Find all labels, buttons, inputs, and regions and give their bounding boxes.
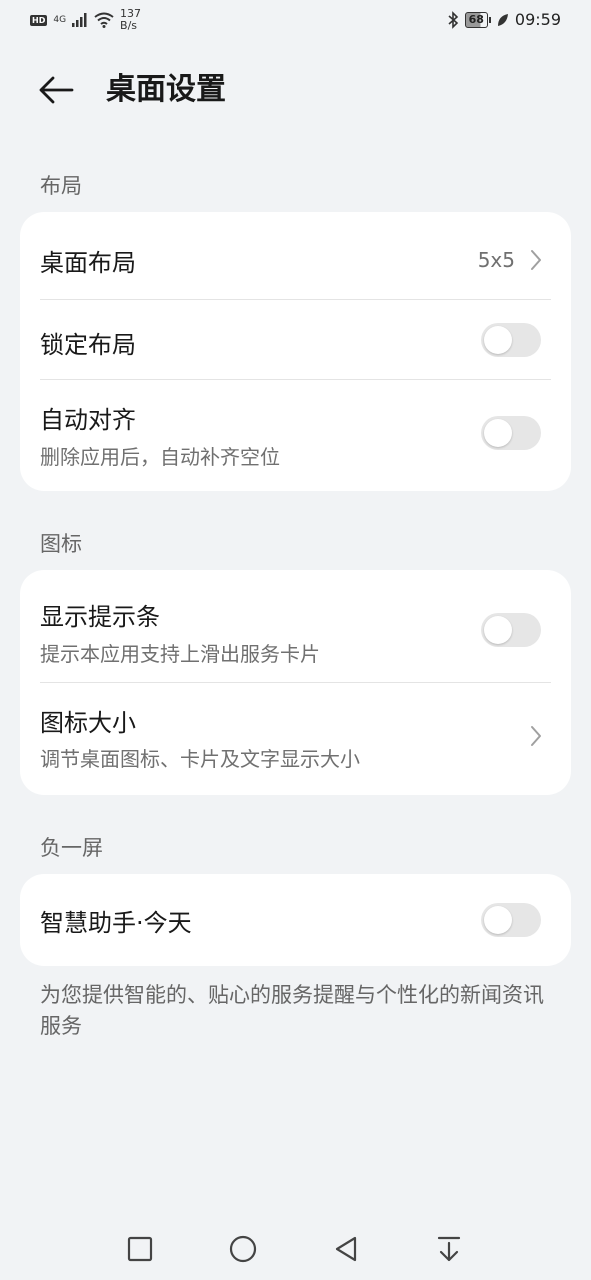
- square-icon: [127, 1236, 153, 1262]
- lock-layout-toggle[interactable]: [481, 323, 541, 357]
- back-button[interactable]: [36, 70, 76, 110]
- notification-pull-down-button[interactable]: [429, 1229, 469, 1269]
- cellular-signal-icon: [72, 13, 87, 27]
- toggle-knob: [484, 419, 512, 447]
- status-right: 68 09:59: [447, 10, 561, 29]
- row-subtitle: 提示本应用支持上滑出服务卡片: [40, 642, 320, 666]
- battery-tip: [488, 16, 491, 23]
- network-type: 4G: [53, 14, 67, 25]
- chevron-right-icon: [531, 726, 541, 746]
- toggle-knob: [484, 906, 512, 934]
- app-header: 桌面设置: [0, 58, 591, 122]
- desktop-layout-value: 5x5: [477, 248, 515, 272]
- section-label-minus-one-screen: 负一屏: [40, 836, 103, 860]
- system-nav-bar: [0, 1215, 591, 1280]
- recent-apps-button[interactable]: [120, 1229, 160, 1269]
- power-saving-leaf-icon: [497, 13, 508, 26]
- row-title: 自动对齐: [40, 406, 136, 434]
- bluetooth-icon: [448, 10, 458, 29]
- section-label-icons: 图标: [40, 532, 82, 556]
- row-title: 锁定布局: [40, 331, 136, 359]
- card-icons: 显示提示条 提示本应用支持上滑出服务卡片 图标大小 调节桌面图标、卡片及文字显示…: [20, 570, 571, 795]
- auto-align-toggle[interactable]: [481, 416, 541, 450]
- row-title: 图标大小: [40, 709, 136, 737]
- toggle-knob: [484, 616, 512, 644]
- section-label-layout: 布局: [40, 174, 82, 198]
- network-speed-unit: B/s: [120, 19, 138, 32]
- wifi-icon: [94, 12, 114, 28]
- toggle-knob: [484, 326, 512, 354]
- row-show-hint-bar[interactable]: 显示提示条 提示本应用支持上滑出服务卡片: [40, 570, 551, 682]
- row-icon-size[interactable]: 图标大小 调节桌面图标、卡片及文字显示大小: [40, 682, 551, 795]
- pull-down-arrow-icon: [437, 1236, 461, 1262]
- hd-badge: HD: [30, 14, 48, 26]
- show-hint-bar-toggle[interactable]: [481, 613, 541, 647]
- smart-assistant-toggle[interactable]: [481, 903, 541, 937]
- row-title: 智慧助手·今天: [40, 909, 192, 937]
- row-title: 桌面布局: [40, 249, 136, 277]
- row-title: 显示提示条: [40, 603, 160, 631]
- status-left: HD 4G 137 B/s: [30, 8, 141, 32]
- row-auto-align[interactable]: 自动对齐 删除应用后，自动补齐空位: [40, 379, 551, 491]
- status-bar: HD 4G 137 B/s 68 09:59: [0, 0, 591, 40]
- row-smart-assistant-today[interactable]: 智慧助手·今天: [40, 874, 551, 966]
- battery-level: 68: [464, 11, 488, 28]
- footnote: 为您提供智能的、贴心的服务提醒与个性化的新闻资讯服务: [40, 983, 544, 1038]
- row-subtitle: 删除应用后，自动补齐空位: [40, 445, 280, 469]
- clock: 09:59: [514, 10, 561, 29]
- back-nav-button[interactable]: [326, 1229, 366, 1269]
- chevron-right-icon: [531, 250, 541, 270]
- card-minus-one-screen: 智慧助手·今天: [20, 874, 571, 966]
- row-subtitle: 调节桌面图标、卡片及文字显示大小: [40, 747, 360, 771]
- home-button[interactable]: [223, 1229, 263, 1269]
- row-lock-layout[interactable]: 锁定布局: [40, 299, 551, 379]
- circle-icon: [229, 1235, 257, 1263]
- triangle-back-icon: [335, 1236, 357, 1262]
- row-desktop-layout[interactable]: 桌面布局 5x5: [40, 212, 551, 299]
- card-layout: 桌面布局 5x5 锁定布局 自动对齐 删除应用后，自动补齐空位: [20, 212, 571, 491]
- network-speed: 137 B/s: [120, 8, 141, 32]
- back-arrow-icon: [39, 76, 74, 104]
- battery-indicator: 68: [464, 11, 491, 28]
- page-title: 桌面设置: [106, 72, 226, 107]
